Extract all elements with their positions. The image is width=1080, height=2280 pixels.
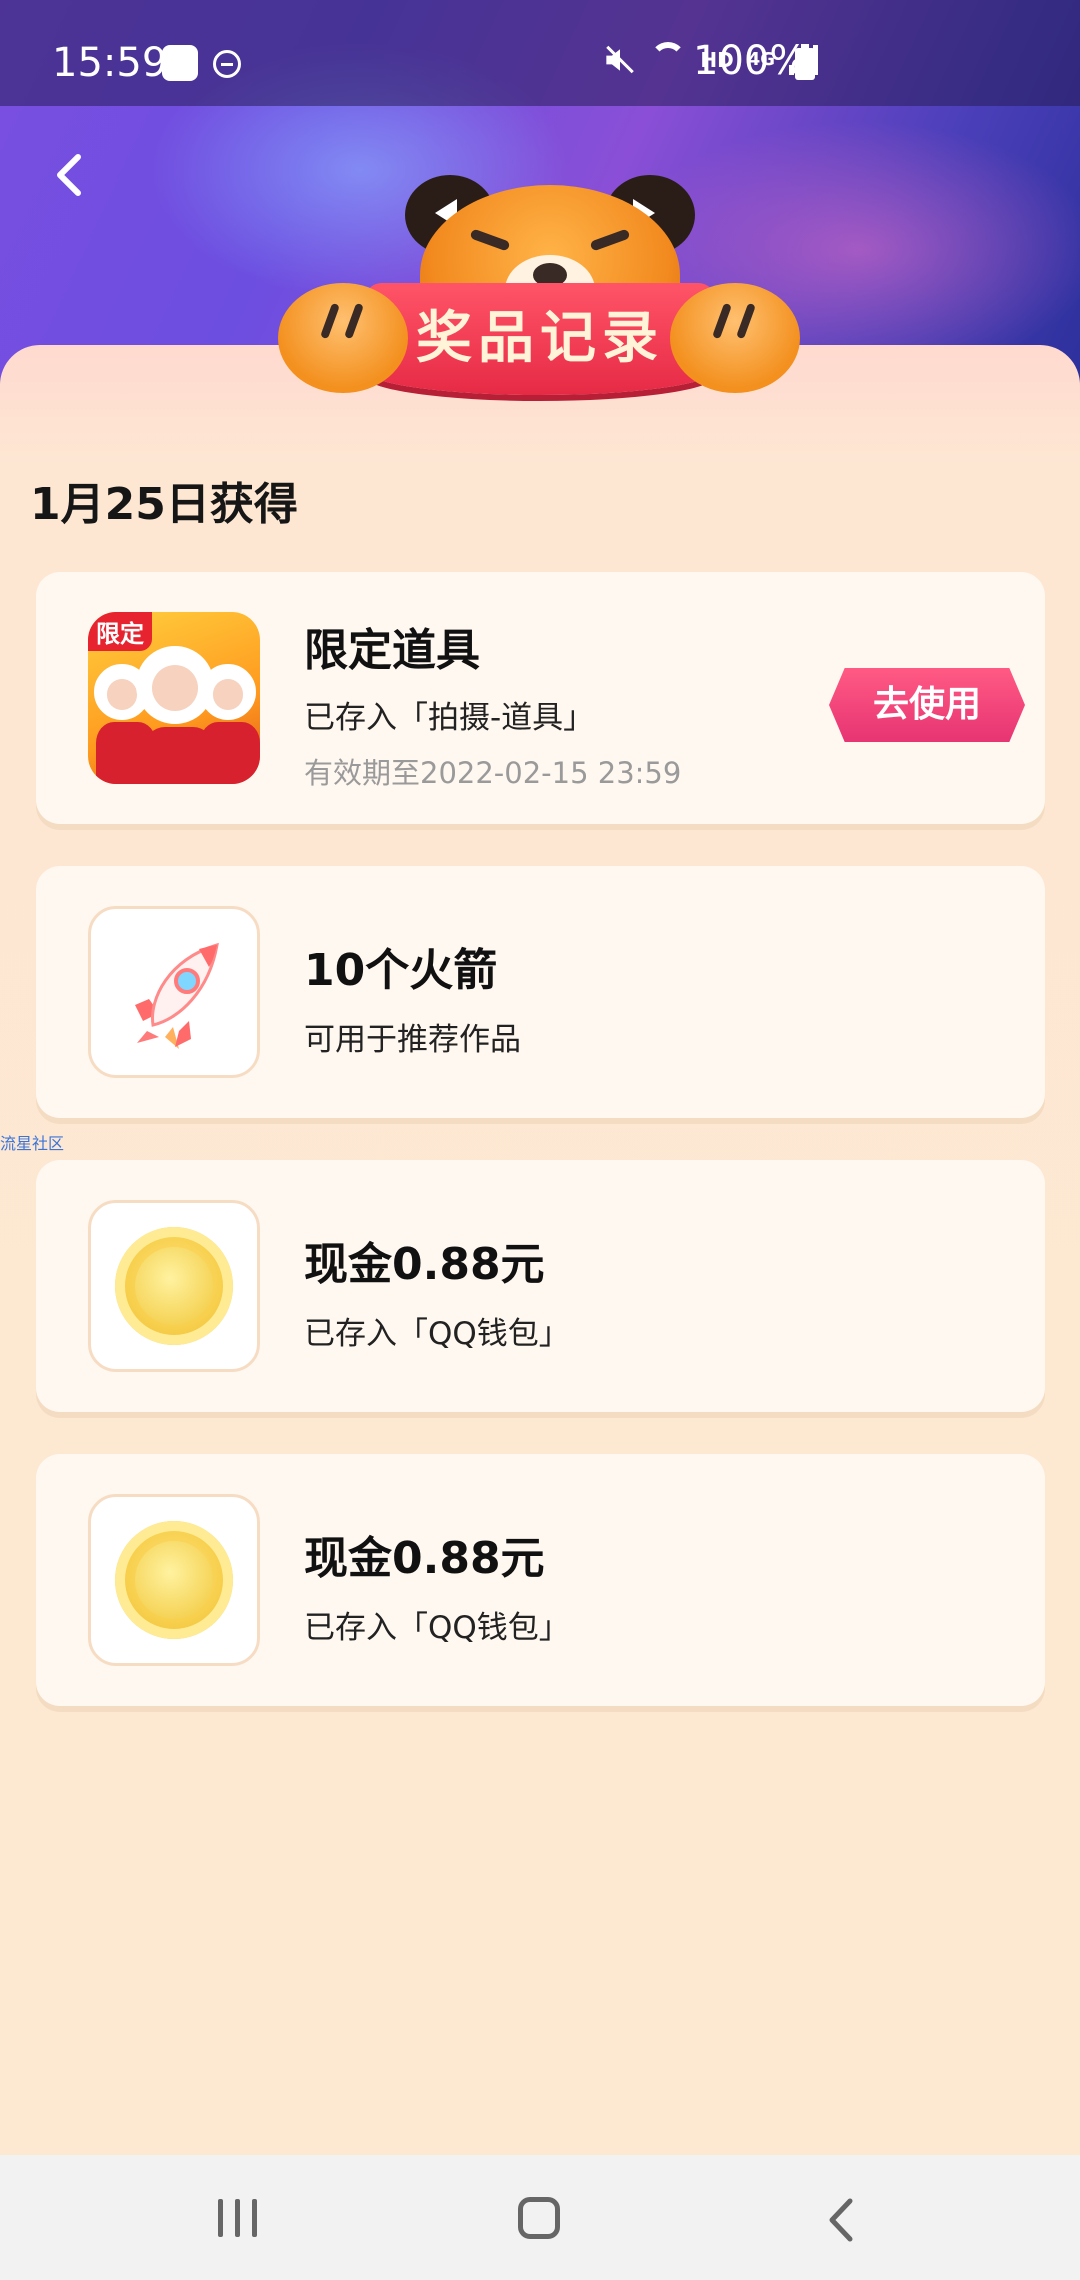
tiger-paw-left: [278, 283, 408, 393]
rocket-icon: [135, 942, 219, 1049]
coin-thumbnail: [88, 1494, 260, 1666]
home-button[interactable]: [518, 2197, 560, 2239]
coin-thumbnail: [88, 1200, 260, 1372]
coin-icon: [115, 1521, 233, 1639]
back-button[interactable]: [48, 145, 88, 205]
system-back-button[interactable]: [826, 2195, 856, 2245]
app-notification-icon: [162, 45, 198, 81]
watermark: 流星社区: [0, 1134, 65, 1153]
prize-title: 现金0.88元: [304, 1239, 545, 1290]
do-not-disturb-icon: [213, 50, 241, 78]
date-heading: 1月25日获得: [30, 479, 298, 530]
prize-subtitle: 可用于推荐作品: [304, 1022, 521, 1058]
mute-icon: [602, 43, 636, 77]
status-time: 15:59: [52, 40, 168, 86]
tiger-paw-right: [670, 283, 800, 393]
prize-subtitle: 已存入「拍摄-道具」: [304, 700, 595, 736]
prize-card-cash: 现金0.88元 已存入「QQ钱包」: [36, 1160, 1045, 1412]
prize-expiry: 有效期至2022-02-15 23:59: [304, 756, 682, 790]
battery-icon: [795, 44, 815, 80]
prize-title: 10个火箭: [304, 945, 498, 996]
chevron-left-icon: [57, 154, 81, 196]
prize-title: 限定道具: [304, 625, 480, 676]
recent-apps-button[interactable]: [218, 2199, 257, 2237]
prize-card-prop: 限定 限定道具 已存入「拍摄-道具」 有效期至2022-02-15 23:59 …: [36, 572, 1045, 824]
page-title: 奖品记录: [365, 283, 715, 395]
prize-title: 现金0.88元: [304, 1533, 545, 1584]
wifi-icon: [650, 42, 687, 78]
battery-percent: 100%: [693, 38, 808, 84]
limited-tag: 限定: [88, 612, 152, 651]
status-bar: 15:59 HD 4G 100%: [0, 0, 1080, 106]
prize-card-cash: 现金0.88元 已存入「QQ钱包」: [36, 1454, 1045, 1706]
system-nav-bar: [0, 2155, 1080, 2280]
coin-icon: [115, 1227, 233, 1345]
prize-subtitle: 已存入「QQ钱包」: [304, 1610, 570, 1646]
rocket-thumbnail: [88, 906, 260, 1078]
prop-thumbnail: 限定: [88, 612, 260, 784]
prize-subtitle: 已存入「QQ钱包」: [304, 1316, 570, 1352]
tiger-mascot: 奖品记录: [270, 165, 810, 415]
use-button[interactable]: 去使用: [829, 668, 1025, 742]
prize-card-rocket: 10个火箭 可用于推荐作品: [36, 866, 1045, 1118]
